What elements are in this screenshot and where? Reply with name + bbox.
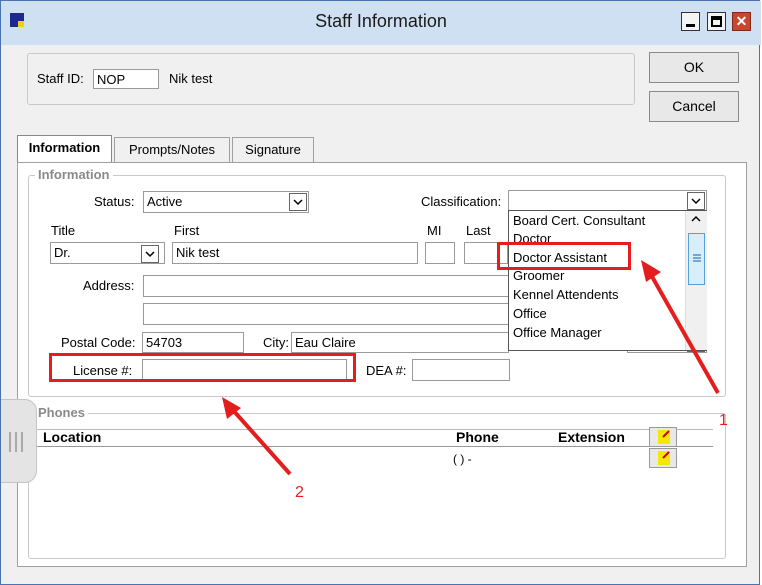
arrow-1-line	[648, 272, 720, 394]
arrow-2-line	[230, 407, 292, 476]
annotation-arrows	[222, 260, 720, 476]
callout-1: 1	[719, 412, 728, 429]
callout-2: 2	[295, 484, 304, 501]
